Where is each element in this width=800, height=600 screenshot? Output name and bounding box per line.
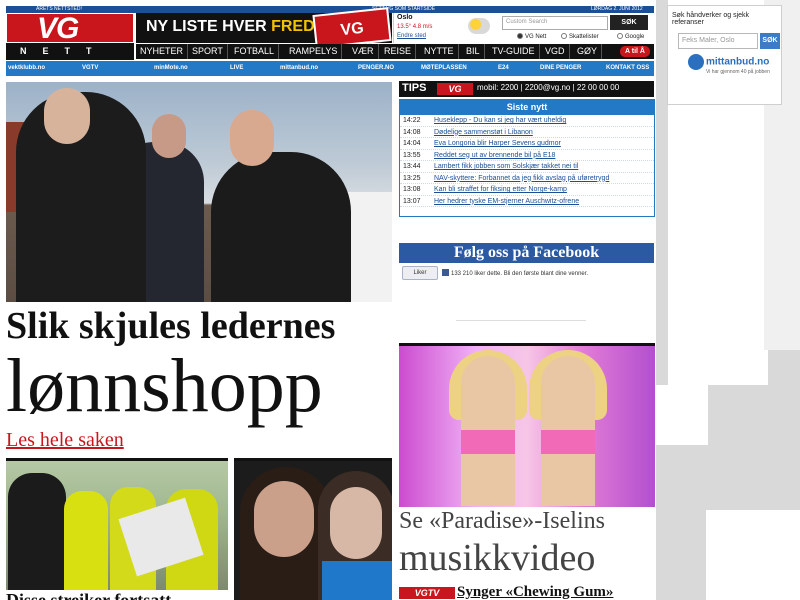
list-item[interactable]: 13:07 Her hedrer tyske EM-stjerner Auschw… bbox=[400, 196, 654, 207]
side-ad: Søk håndverker og sjekk referanser Feks … bbox=[667, 5, 782, 105]
divider bbox=[456, 320, 586, 322]
partner-dine-penger[interactable]: DINE PENGER bbox=[540, 61, 581, 76]
search-option-skattelister[interactable]: Skattelister bbox=[561, 33, 599, 40]
search-input[interactable]: Custom Search bbox=[502, 16, 608, 30]
partner-vektklubb[interactable]: vektklubb.no bbox=[8, 61, 45, 76]
a-til-aa-button[interactable]: A til Å bbox=[620, 46, 650, 57]
vgtv-caption[interactable]: VGTV Synger «Chewing Gum» bbox=[399, 584, 613, 600]
list-item[interactable]: 13:55 Reddet seg ut av brennende bil på E… bbox=[400, 150, 654, 161]
main-headline-line1[interactable]: Slik skjules ledernes bbox=[6, 304, 396, 348]
nav-tv-guide[interactable]: TV-GUIDE bbox=[488, 44, 540, 59]
nav-fotball[interactable]: FOTBALL bbox=[230, 44, 280, 59]
list-item[interactable]: 13:08 Kan bli straffet for fiksing etter … bbox=[400, 184, 654, 196]
partner-minmote[interactable]: minMote.no bbox=[154, 61, 188, 76]
tips-label: TIPS bbox=[402, 82, 427, 94]
main-nav: NYHETER SPORT FOTBALL RAMPELYS VÆR REISE… bbox=[136, 44, 654, 59]
latest-news-title: Siste nytt bbox=[400, 100, 654, 115]
contact-link[interactable]: KONTAKT OSS bbox=[606, 61, 649, 76]
partner-vgtv[interactable]: VGTV bbox=[82, 61, 98, 76]
vgtv-badge: VGTV bbox=[399, 586, 455, 599]
like-button[interactable]: Liker bbox=[402, 266, 438, 280]
main-headline-line2[interactable]: lønnshopp bbox=[6, 344, 396, 428]
weather-icon bbox=[468, 18, 490, 34]
partner-bar: vektklubb.no VGTV minMote.no LIVE mittan… bbox=[6, 61, 654, 76]
vg-lista-banner[interactable]: NY LISTE HVER FREDAG VG LISTA bbox=[136, 7, 392, 74]
vg-lista-badge: VG LISTA bbox=[312, 7, 392, 74]
nav-bil[interactable]: BIL bbox=[462, 44, 485, 59]
facebook-banner[interactable]: Følg oss på Facebook bbox=[399, 243, 654, 263]
nav-nytte[interactable]: NYTTE bbox=[420, 44, 459, 59]
partner-moteplassen[interactable]: MØTEPLASSEN bbox=[421, 61, 467, 76]
like-count: 133 210 liker dette. Bli den første blan… bbox=[442, 269, 588, 277]
read-more-link[interactable]: Les hele saken bbox=[6, 429, 124, 452]
tips-bar[interactable]: TIPS VG mobil: 2200 | 2200@vg.no | 22 00… bbox=[399, 81, 654, 97]
partner-mittanbud[interactable]: mittanbud.no bbox=[280, 61, 318, 76]
latest-news: Siste nytt 14:22 Huseklepp - Du kan si je… bbox=[399, 99, 655, 217]
weather-widget[interactable]: Oslo 13.5° 4.8 m/s Endre sted bbox=[393, 13, 497, 43]
nav-goy[interactable]: GØY bbox=[573, 44, 603, 59]
list-item[interactable]: 13:25 NAV-skyttere: Forbannet da jeg fikk… bbox=[400, 173, 654, 184]
list-item[interactable]: 14:08 Dødelige sammenstøt i Libanon bbox=[400, 127, 654, 138]
main-story-photo[interactable] bbox=[6, 82, 392, 302]
list-item[interactable]: 14:04 Eva Longoria blir Harper Sevens gud… bbox=[400, 138, 654, 150]
strike-photo[interactable] bbox=[6, 458, 228, 590]
strike-headline[interactable]: Disse streiker fortsatt bbox=[6, 590, 171, 600]
nav-vaer[interactable]: VÆR bbox=[348, 44, 379, 59]
nav-rampelys[interactable]: RAMPELYS bbox=[285, 44, 343, 59]
tips-contact: mobil: 2200 | 2200@vg.no | 22 00 00 00 bbox=[477, 83, 620, 92]
tips-vg-logo: VG bbox=[437, 83, 473, 95]
partner-live[interactable]: LIVE bbox=[230, 61, 243, 76]
top-bar: ÅRETS NETTSTED! SETT VG SOM STARTSIDE LØ… bbox=[6, 6, 654, 13]
search-option-vgnett[interactable]: VG Nett bbox=[517, 33, 546, 40]
video-title-line2[interactable]: musikkvideo bbox=[399, 536, 595, 580]
nav-nyheter[interactable]: NYHETER bbox=[136, 44, 189, 59]
video-caption[interactable]: Synger «Chewing Gum» bbox=[457, 584, 613, 600]
partner-penger[interactable]: PENGER.NO bbox=[358, 61, 394, 76]
list-item[interactable]: 14:22 Huseklepp - Du kan si jeg har vært … bbox=[400, 115, 654, 127]
search-box: Custom Search SØK VG Nett Skattelister G… bbox=[497, 13, 654, 43]
celebrity-photo[interactable] bbox=[234, 458, 392, 600]
vg-logo[interactable]: VG bbox=[6, 12, 134, 45]
date-text: LØRDAG 2. JUNI 2012 bbox=[591, 6, 643, 12]
side-ad-logo[interactable]: mittanbud.no bbox=[688, 54, 769, 70]
change-location-link[interactable]: Endre sted bbox=[397, 33, 426, 39]
partner-e24[interactable]: E24 bbox=[498, 61, 509, 76]
nav-vgd[interactable]: VGD bbox=[541, 44, 570, 59]
side-ad-text: Søk håndverker og sjekk referanser bbox=[672, 12, 750, 26]
nav-reise[interactable]: REISE bbox=[380, 44, 417, 59]
music-video-thumbnail[interactable] bbox=[399, 343, 655, 507]
weather-city: Oslo bbox=[397, 14, 413, 21]
mittanbud-icon bbox=[688, 54, 704, 70]
facebook-icon bbox=[442, 269, 449, 276]
side-ad-input[interactable]: Feks Maler, Oslo bbox=[678, 33, 758, 49]
list-item[interactable]: 13:44 Lambert fikk jobben som Solskjær ta… bbox=[400, 161, 654, 173]
side-ad-sub: Vi har gjennom 40 på jobben bbox=[706, 69, 770, 75]
nav-sport[interactable]: SPORT bbox=[188, 44, 228, 59]
page: Søk håndverker og sjekk referanser Feks … bbox=[0, 0, 800, 600]
search-option-google[interactable]: Google bbox=[617, 33, 644, 40]
video-title-line1[interactable]: Se «Paradise»-Iselins bbox=[399, 508, 605, 535]
vg-nett-logo[interactable]: NETT bbox=[6, 43, 134, 60]
weather-temp: 13.5° 4.8 m/s bbox=[397, 24, 433, 30]
side-ad-search-button[interactable]: SØK bbox=[760, 33, 780, 49]
search-button[interactable]: SØK bbox=[610, 15, 648, 30]
